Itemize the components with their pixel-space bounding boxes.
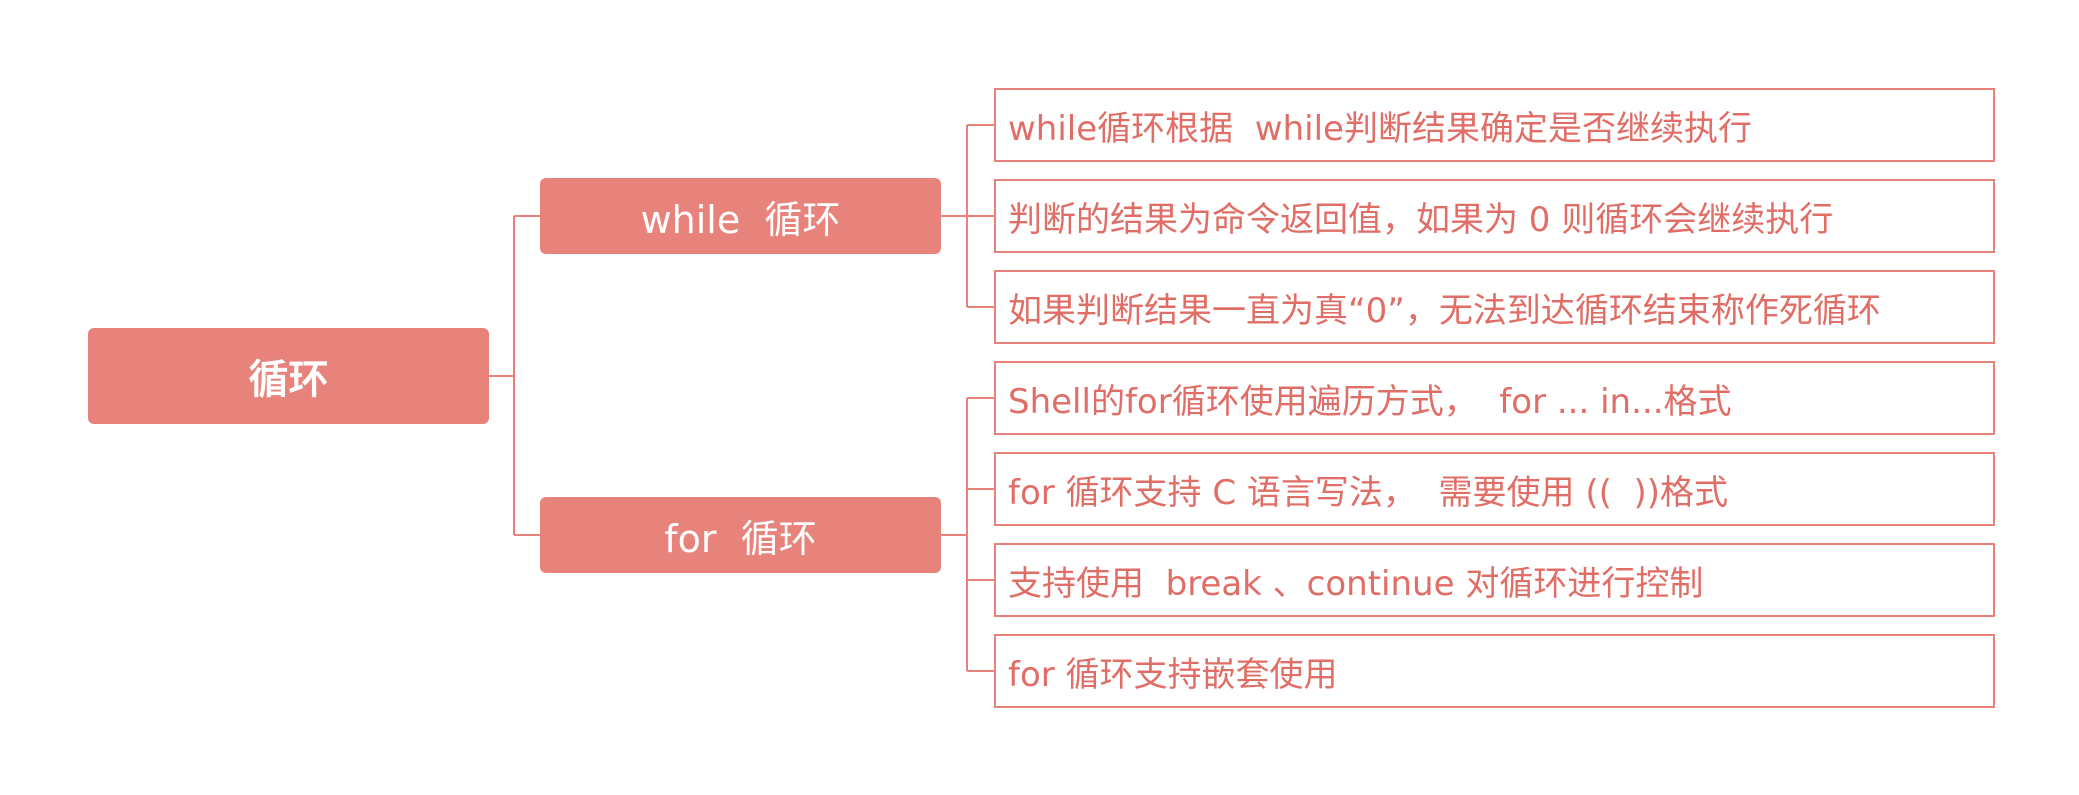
branch-node-for-label: for 循环 (664, 516, 817, 561)
root-node[interactable]: 循环 (88, 328, 489, 424)
branch-node-while-label: while 循环 (640, 197, 841, 242)
root-node-label: 循环 (248, 357, 329, 403)
leaf-label: for 循环支持 C 语言写法， 需要使用 (( ))格式 (1008, 472, 1729, 513)
leaf-label: while循环根据 while判断结果确定是否继续执行 (1008, 108, 1752, 149)
branch-node-for[interactable]: for 循环 (540, 497, 941, 573)
connector-for-to-leaves (941, 397, 994, 672)
leaf-for-2[interactable]: for 循环支持 C 语言写法， 需要使用 (( ))格式 (994, 452, 1995, 526)
leaf-label: for 循环支持嵌套使用 (1008, 654, 1338, 695)
leaf-while-2[interactable]: 判断的结果为命令返回值，如果为 0 则循环会继续执行 (994, 179, 1995, 253)
leaf-label: 判断的结果为命令返回值，如果为 0 则循环会继续执行 (1008, 199, 1834, 240)
branch-node-while[interactable]: while 循环 (540, 178, 941, 254)
leaf-for-1[interactable]: Shell的for循环使用遍历方式， for ... in...格式 (994, 361, 1995, 435)
leaf-label: Shell的for循环使用遍历方式， for ... in...格式 (1008, 381, 1732, 422)
leaf-while-3[interactable]: 如果判断结果一直为真“0”，无法到达循环结束称作死循环 (994, 270, 1995, 344)
connector-root-to-branches (489, 215, 540, 536)
leaf-for-4[interactable]: for 循环支持嵌套使用 (994, 634, 1995, 708)
leaf-for-3[interactable]: 支持使用 break 、continue 对循环进行控制 (994, 543, 1995, 617)
leaf-while-1[interactable]: while循环根据 while判断结果确定是否继续执行 (994, 88, 1995, 162)
connector-while-to-leaves (941, 124, 994, 308)
leaf-label: 支持使用 break 、continue 对循环进行控制 (1008, 563, 1704, 604)
leaf-label: 如果判断结果一直为真“0”，无法到达循环结束称作死循环 (1008, 290, 1881, 331)
